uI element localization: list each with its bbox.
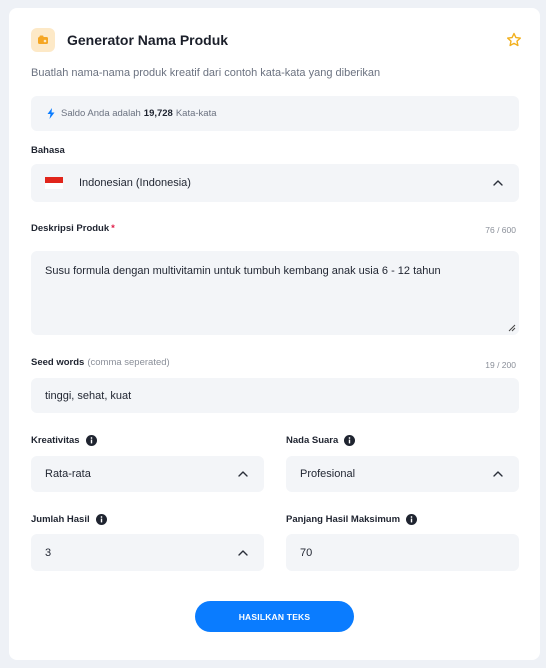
result-count-label-text: Jumlah Hasil xyxy=(31,514,90,525)
seed-words-label: Seed words (comma seperated) xyxy=(31,357,170,368)
info-icon[interactable] xyxy=(344,435,356,446)
seed-words-label-text: Seed words xyxy=(31,357,85,368)
description-counter: 76 / 600 xyxy=(485,225,516,235)
language-value: Indonesian (Indonesia) xyxy=(79,177,191,189)
info-icon[interactable] xyxy=(95,514,107,525)
lightning-icon xyxy=(47,108,55,119)
card-header: Generator Nama Produk xyxy=(31,28,228,52)
generate-text-button[interactable]: HASILKAN TEKS xyxy=(195,601,354,632)
max-length-label-text: Panjang Hasil Maksimum xyxy=(286,514,401,525)
language-label-text: Bahasa xyxy=(31,145,65,156)
generator-card: Generator Nama Produk Buatlah nama-nama … xyxy=(9,8,540,660)
info-icon[interactable] xyxy=(85,435,97,446)
info-icon[interactable] xyxy=(406,514,418,525)
page-title: Generator Nama Produk xyxy=(67,32,229,48)
description-textarea[interactable]: Susu formula dengan multivitamin untuk t… xyxy=(31,251,519,335)
indonesia-flag-icon xyxy=(45,177,63,189)
creativity-select[interactable]: Rata-rata xyxy=(31,456,264,492)
creativity-value: Rata-rata xyxy=(45,468,91,480)
resize-handle-icon[interactable] xyxy=(508,324,516,332)
description-value: Susu formula dengan multivitamin untuk t… xyxy=(45,265,441,277)
description-label: Deskripsi Produk * xyxy=(31,223,115,234)
chevron-up-icon xyxy=(238,549,248,556)
tone-select[interactable]: Profesional xyxy=(286,456,519,492)
tone-label-text: Nada Suara xyxy=(286,435,339,446)
balance-prefix: Saldo Anda adalah xyxy=(61,108,141,119)
max-length-input[interactable]: 70 xyxy=(286,534,519,571)
result-count-value: 3 xyxy=(45,546,52,559)
tone-value: Profesional xyxy=(300,468,356,480)
chevron-up-icon xyxy=(238,471,248,477)
language-select[interactable]: Indonesian (Indonesia) xyxy=(31,164,519,202)
tag-icon xyxy=(31,28,55,52)
result-count-label: Jumlah Hasil xyxy=(31,514,107,525)
creativity-label: Kreativitas xyxy=(31,435,97,446)
description-label-text: Deskripsi Produk xyxy=(31,223,110,234)
creativity-label-text: Kreativitas xyxy=(31,435,80,446)
balance-banner: Saldo Anda adalah 19,728 Kata-kata xyxy=(31,96,519,131)
seed-words-value: tinggi, sehat, kuat xyxy=(45,389,132,402)
max-length-label: Panjang Hasil Maksimum xyxy=(286,514,418,525)
max-length-value: 70 xyxy=(300,546,313,559)
seed-words-counter: 19 / 200 xyxy=(485,360,516,370)
seed-words-hint: (comma seperated) xyxy=(87,357,170,368)
page-subtitle: Buatlah nama-nama produk kreatif dari co… xyxy=(31,67,381,79)
tone-label: Nada Suara xyxy=(286,435,356,446)
balance-amount: 19,728 xyxy=(143,108,173,119)
result-count-select[interactable]: 3 xyxy=(31,534,264,571)
seed-words-input[interactable]: tinggi, sehat, kuat xyxy=(31,378,519,413)
chevron-up-icon xyxy=(493,180,503,186)
balance-suffix: Kata-kata xyxy=(175,108,217,119)
chevron-up-icon xyxy=(493,471,503,477)
favorite-star-icon[interactable] xyxy=(506,32,522,48)
required-mark: * xyxy=(111,223,115,234)
language-label: Bahasa xyxy=(31,145,65,156)
